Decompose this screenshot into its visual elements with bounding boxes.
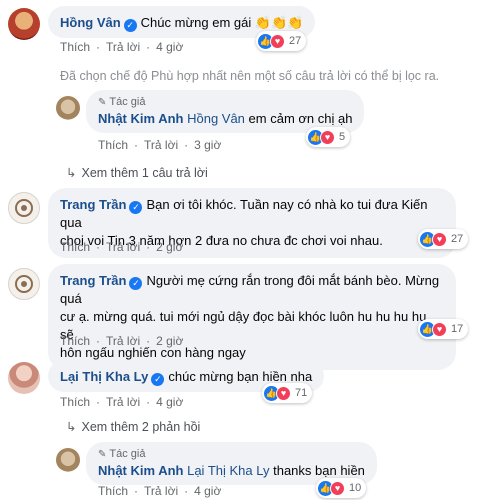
reply-link[interactable]: Trả lời: [106, 395, 140, 409]
avatar-nhat-kim-anh[interactable]: [56, 448, 80, 472]
reaction-count[interactable]: 👍 ♥ 27: [418, 229, 469, 249]
reply-actions: Thích · Trả lời · 3 giờ: [98, 138, 222, 152]
commenter-name[interactable]: Nhật Kim Anh: [98, 111, 183, 126]
verified-check-icon: ✓: [151, 373, 165, 386]
love-icon: ♥: [330, 480, 345, 496]
verified-check-icon: ✓: [129, 277, 143, 290]
reaction-count[interactable]: 👍 ♥ 17: [418, 319, 469, 339]
comment-text: chúc mừng bạn hiền nha: [168, 369, 313, 384]
verified-check-icon: ✓: [129, 201, 143, 214]
comment-bubble: Trang Trần ✓ Người mẹ cứng rắn trong đôi m…: [48, 264, 456, 370]
like-link[interactable]: Thích: [98, 138, 128, 152]
reaction-count[interactable]: 👍 ♥ 27: [256, 31, 307, 51]
timestamp[interactable]: 4 giờ: [194, 484, 221, 498]
love-icon: ♥: [320, 129, 335, 145]
reply-link[interactable]: Trả lời: [144, 484, 178, 498]
timestamp[interactable]: 3 giờ: [194, 138, 221, 152]
reply-link[interactable]: Trả lời: [106, 240, 140, 254]
reaction-count[interactable]: 👍 ♥ 71: [262, 383, 313, 403]
reaction-count[interactable]: 👍 ♥ 5: [306, 127, 351, 147]
reply-arrow-icon: ↳: [66, 420, 77, 434]
like-link[interactable]: Thích: [60, 240, 90, 254]
reply-link[interactable]: Trả lời: [106, 40, 140, 54]
avatar-trang-tran[interactable]: [8, 268, 40, 300]
commenter-name[interactable]: Trang Trần: [60, 197, 126, 212]
like-link[interactable]: Thích: [60, 40, 90, 54]
timestamp[interactable]: 2 giờ: [156, 240, 183, 254]
avatar-hong-van[interactable]: [8, 8, 40, 40]
filter-note: Đã chọn chế độ Phù hợp nhất nên một số c…: [60, 69, 440, 83]
timestamp[interactable]: 4 giờ: [156, 40, 183, 54]
pen-icon: ✎: [98, 449, 107, 460]
view-more-replies[interactable]: ↳ Xem thêm 2 phản hồi: [66, 419, 200, 434]
love-icon: ♥: [276, 385, 291, 401]
love-icon: ♥: [432, 231, 447, 247]
reply-text: em cảm ơn chị ạh: [248, 111, 353, 126]
commenter-name[interactable]: Hồng Vân: [60, 15, 121, 30]
author-tag: ✎ Tác giả: [98, 96, 146, 108]
reply-link[interactable]: Trả lời: [106, 334, 140, 348]
reaction-count[interactable]: 👍 ♥ 10: [316, 478, 367, 498]
commenter-name[interactable]: Nhật Kim Anh: [98, 463, 183, 478]
comment-actions: Thích · Trả lời · 4 giờ: [60, 40, 184, 54]
comment-text: Chúc mừng em gái: [140, 15, 252, 30]
reply-arrow-icon: ↳: [66, 166, 77, 180]
reply-link[interactable]: Trả lời: [144, 138, 178, 152]
love-icon: ♥: [432, 321, 447, 337]
like-link[interactable]: Thích: [60, 395, 90, 409]
author-tag: ✎ Tác giả: [98, 448, 146, 460]
avatar-lai-thi-kha-ly[interactable]: [8, 362, 40, 394]
mention[interactable]: Lại Thị Kha Ly: [187, 463, 269, 478]
timestamp[interactable]: 4 giờ: [156, 395, 183, 409]
mention[interactable]: Hồng Vân: [187, 111, 245, 126]
avatar-trang-tran[interactable]: [8, 192, 40, 224]
verified-check-icon: ✓: [123, 19, 137, 32]
pen-icon: ✎: [98, 97, 107, 108]
avatar-nhat-kim-anh[interactable]: [56, 96, 80, 120]
comment-actions: Thích · Trả lời · 2 giờ: [60, 240, 184, 254]
view-more-replies[interactable]: ↳ Xem thêm 1 câu trả lời: [66, 165, 208, 180]
commenter-name[interactable]: Trang Trần: [60, 273, 126, 288]
clap-emoji: 👏👏👏: [254, 15, 304, 30]
comment-actions: Thích · Trả lời · 4 giờ: [60, 395, 184, 409]
commenter-name[interactable]: Lại Thị Kha Ly: [60, 369, 148, 384]
timestamp[interactable]: 2 giờ: [156, 334, 183, 348]
comment-actions: Thích · Trả lời · 2 giờ: [60, 334, 184, 348]
reply-text: thanks bạn hiền: [273, 463, 365, 478]
love-icon: ♥: [270, 33, 285, 49]
like-link[interactable]: Thích: [98, 484, 128, 498]
like-link[interactable]: Thích: [60, 334, 90, 348]
reply-actions: Thích · Trả lời · 4 giờ: [98, 484, 222, 498]
